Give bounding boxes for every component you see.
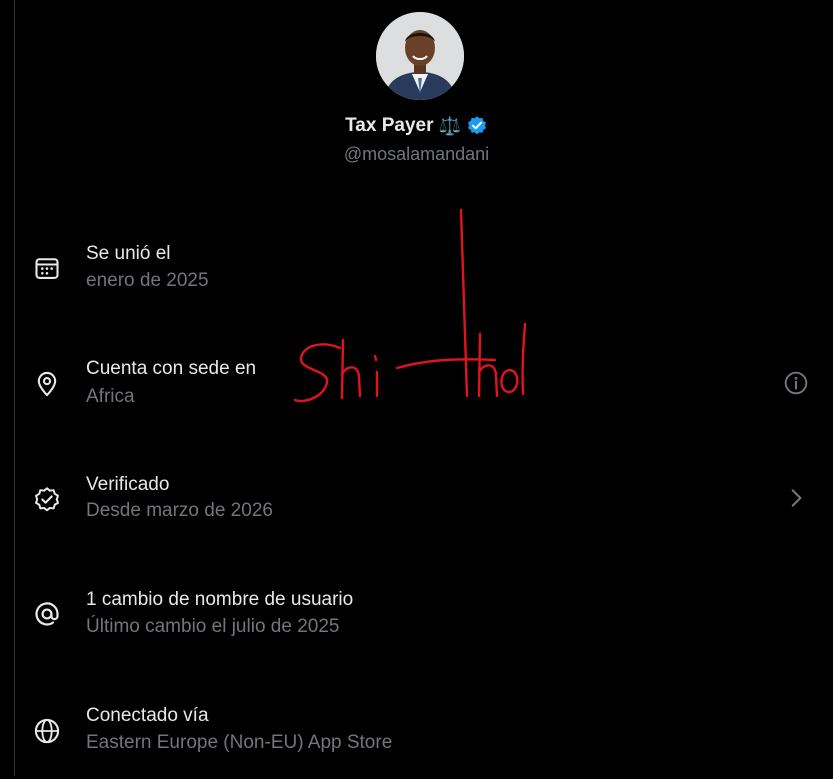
row-based-in-title: Cuenta con sede en: [86, 358, 257, 379]
profile-handle[interactable]: @mosalamandani: [0, 144, 833, 165]
location-pin-icon: [37, 371, 57, 397]
row-verified[interactable]: Verificado Desde marzo de 2026: [15, 457, 833, 547]
row-connected-via: Conectado vía Eastern Europe (Non-EU) Ap…: [15, 689, 833, 779]
row-joined-subtitle: enero de 2025: [86, 270, 209, 291]
chevron-right-icon[interactable]: [783, 485, 809, 511]
row-based-in: Cuenta con sede en Africa: [15, 341, 833, 431]
verified-badge-outline-icon: [35, 487, 59, 512]
row-connected-via-subtitle: Eastern Europe (Non-EU) App Store: [86, 732, 393, 753]
row-based-in-subtitle: Africa: [86, 386, 135, 407]
scales-emoji: ⚖️: [438, 115, 461, 137]
row-joined: Se unió el enero de 2025: [15, 225, 833, 315]
globe-icon: [34, 718, 60, 744]
row-username-changes-subtitle: Último cambio el julio de 2025: [86, 616, 340, 637]
row-username-changes-title: 1 cambio de nombre de usuario: [86, 589, 354, 610]
profile-avatar[interactable]: [376, 12, 464, 100]
row-verified-subtitle: Desde marzo de 2026: [86, 500, 273, 521]
verified-badge-icon[interactable]: [466, 115, 488, 137]
row-username-changes: 1 cambio de nombre de usuario Último cam…: [15, 573, 833, 663]
at-sign-icon: [35, 602, 59, 626]
calendar-icon: [35, 258, 59, 279]
row-connected-via-title: Conectado vía: [86, 705, 209, 726]
info-icon[interactable]: [783, 370, 809, 396]
row-verified-title: Verificado: [86, 474, 170, 495]
profile-display-name[interactable]: Tax Payer: [345, 115, 433, 137]
row-joined-title: Se unió el: [86, 243, 171, 264]
profile-name-row: Tax Payer ⚖️: [0, 113, 833, 139]
